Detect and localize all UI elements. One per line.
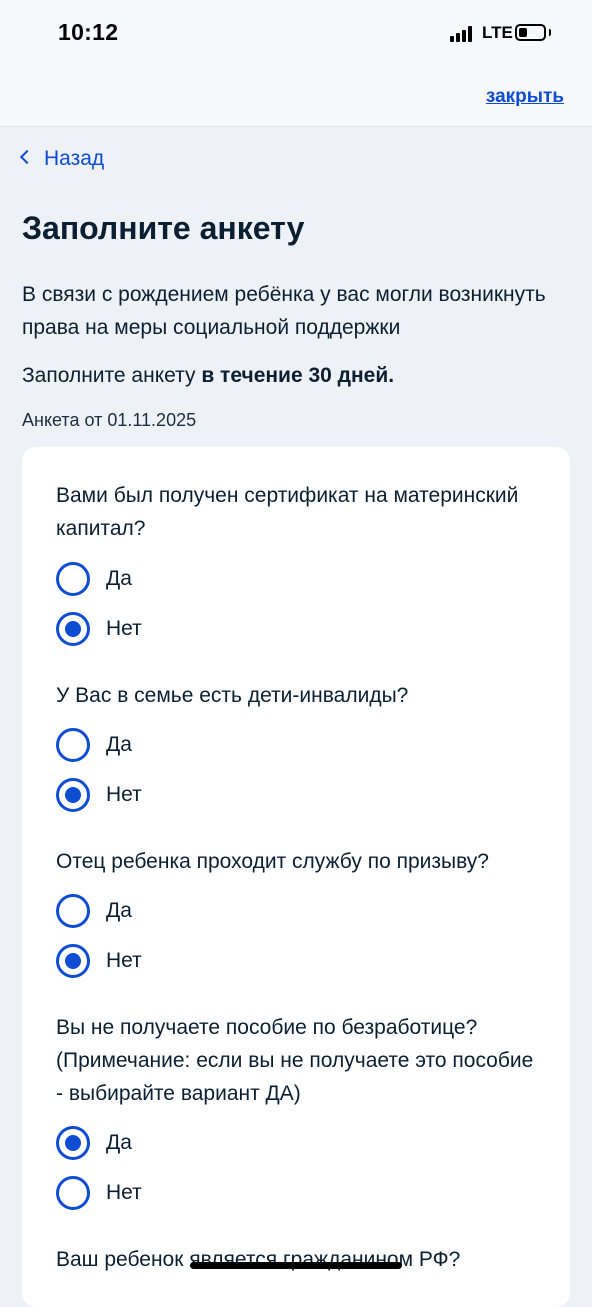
intro-text: В связи с рождением ребёнка у вас могли …: [22, 283, 546, 339]
q2-option-yes[interactable]: Да: [56, 728, 132, 762]
q4-option-no[interactable]: Нет: [56, 1176, 142, 1210]
q3-option-no[interactable]: Нет: [56, 944, 142, 978]
q1-option-no[interactable]: Нет: [56, 612, 142, 646]
battery-tip: [549, 29, 551, 36]
top-bar: закрыть: [0, 66, 592, 127]
q3-option-yes[interactable]: Да: [56, 894, 132, 928]
radio-button[interactable]: [56, 894, 90, 928]
option-label: Нет: [106, 1181, 142, 1204]
radio-button[interactable]: [56, 1176, 90, 1210]
radio-button[interactable]: [56, 612, 90, 646]
radio-button[interactable]: [56, 778, 90, 812]
page-title: Заполните анкету: [22, 210, 305, 246]
home-indicator: [190, 1262, 402, 1269]
question-3: Отец ребенка проходит службу по призыву?: [56, 850, 489, 873]
form-date: Анкета от 01.11.2025: [22, 410, 197, 430]
q4-option-yes[interactable]: Да: [56, 1126, 132, 1160]
radio-button[interactable]: [56, 562, 90, 596]
deadline-prefix: Заполните анкету: [22, 364, 202, 387]
option-label: Нет: [106, 949, 142, 972]
question-2: У Вас в семье есть дети-инвалиды?: [56, 684, 409, 707]
battery-icon: [515, 24, 546, 41]
network-type: LTE: [482, 23, 513, 42]
question-1: Вами был получен сертификат на материнск…: [56, 484, 519, 540]
question-5: Ваш ребенок является гражданином РФ?: [56, 1248, 461, 1271]
option-label: Да: [106, 567, 132, 590]
option-label: Нет: [106, 783, 142, 806]
battery-fill: [519, 28, 527, 37]
option-label: Нет: [106, 617, 142, 640]
radio-button[interactable]: [56, 1126, 90, 1160]
deadline-text: Заполните анкету в течение 30 дней.: [22, 362, 394, 390]
q2-option-no[interactable]: Нет: [56, 778, 142, 812]
status-bar: 10:12 LTE: [0, 0, 592, 66]
close-link[interactable]: закрыть: [486, 86, 564, 108]
deadline-bold: в течение 30 дней.: [201, 364, 395, 387]
question-4: Вы не получаете пособие по безработице? …: [56, 1016, 534, 1105]
signal-icon: [450, 26, 472, 42]
questionnaire-card: Вами был получен сертификат на материнск…: [22, 447, 570, 1307]
chevron-left-icon: [19, 149, 35, 165]
option-label: Да: [106, 1131, 132, 1154]
back-label: Назад: [44, 147, 105, 170]
status-time: 10:12: [58, 19, 119, 45]
option-label: Да: [106, 733, 132, 756]
radio-button[interactable]: [56, 944, 90, 978]
q1-option-yes[interactable]: Да: [56, 562, 132, 596]
radio-button[interactable]: [56, 728, 90, 762]
back-link[interactable]: Назад: [19, 147, 105, 171]
option-label: Да: [106, 899, 132, 922]
